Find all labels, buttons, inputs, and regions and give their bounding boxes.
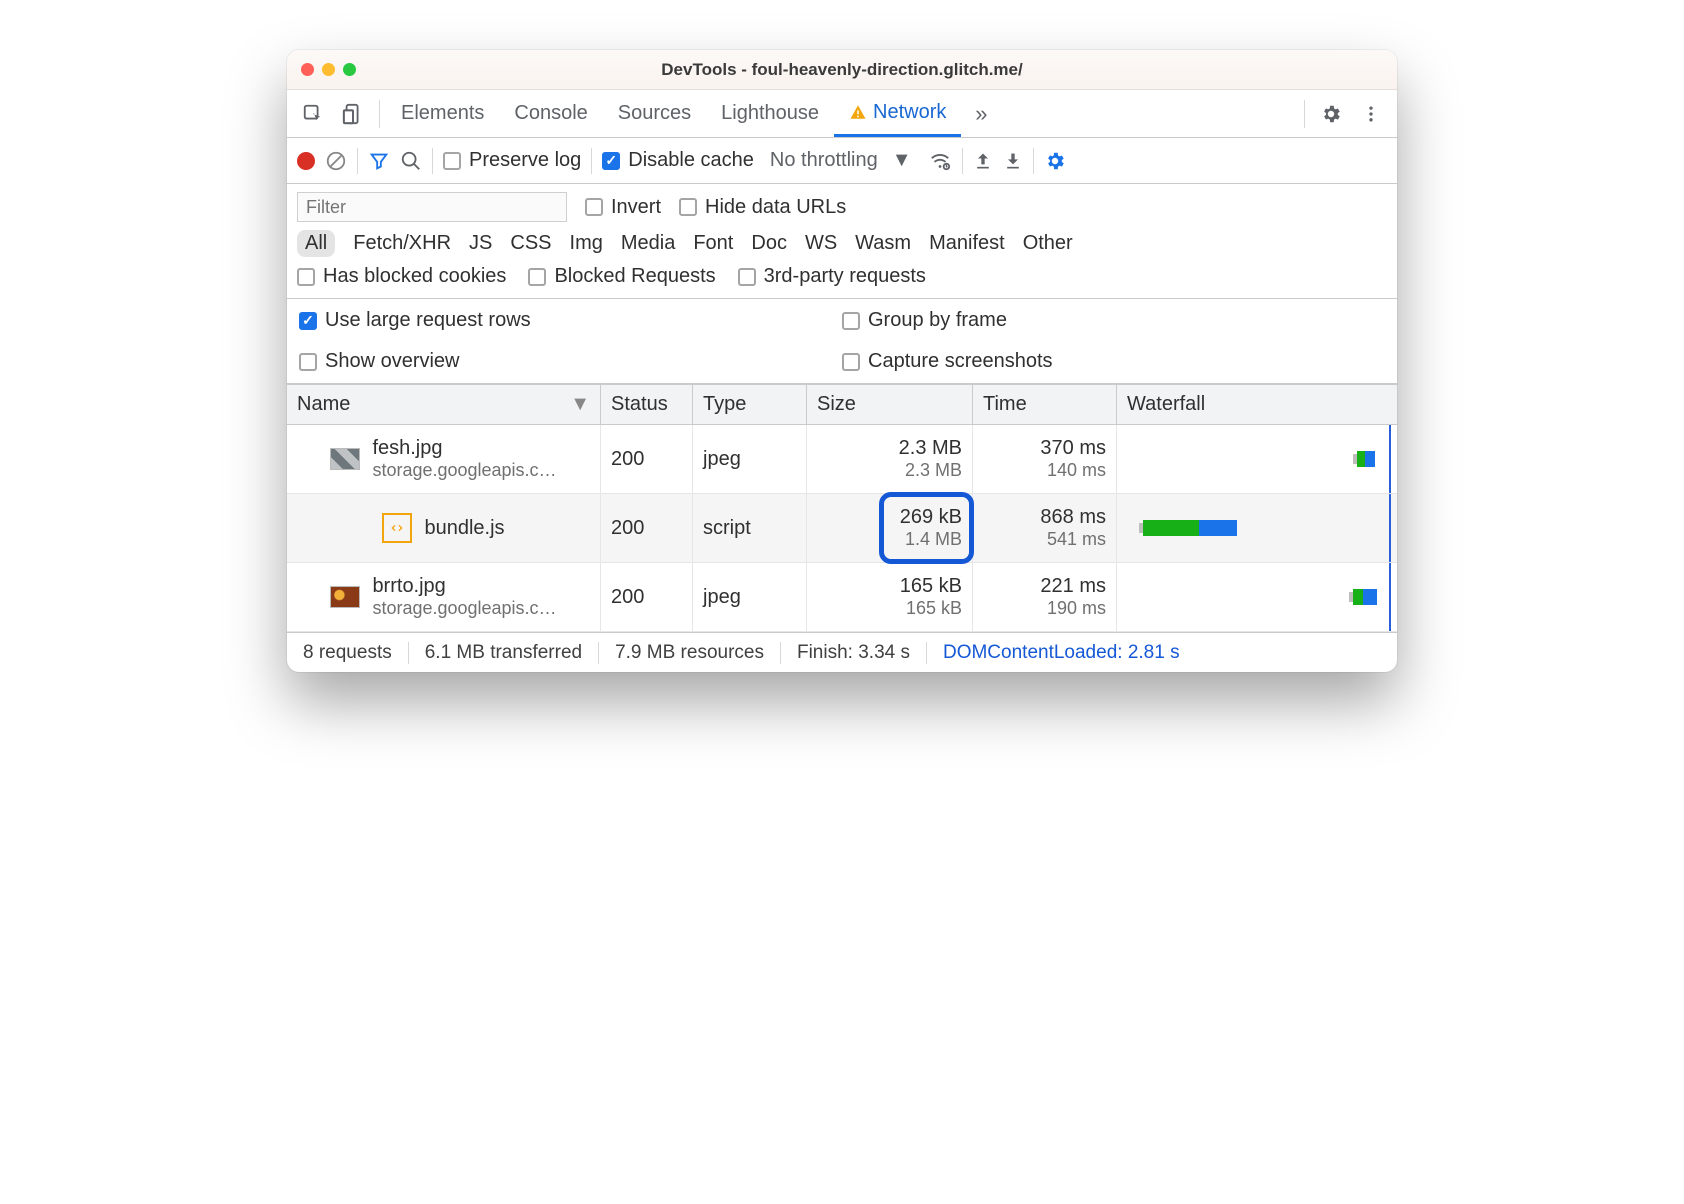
request-waterfall [1117,425,1397,493]
panel-tabs: Elements Console Sources Lighthouse Netw… [287,90,1397,138]
request-name: fesh.jpg [372,437,556,460]
inspect-element-icon[interactable] [293,103,333,125]
filter-type-media[interactable]: Media [621,232,675,255]
filter-type-font[interactable]: Font [693,232,733,255]
show-overview-checkbox[interactable]: Show overview [299,350,842,373]
column-time[interactable]: Time [973,385,1117,424]
group-by-frame-checkbox[interactable]: Group by frame [842,309,1385,332]
has-blocked-cookies-checkbox[interactable]: Has blocked cookies [297,265,506,288]
request-size: 165 kB165 kB [807,563,973,631]
status-bar: 8 requests 6.1 MB transferred 7.9 MB res… [287,632,1397,672]
sort-indicator-icon: ▼ [570,393,590,416]
filter-type-css[interactable]: CSS [510,232,551,255]
request-time: 868 ms541 ms [973,494,1117,562]
blocked-requests-checkbox[interactable]: Blocked Requests [528,265,715,288]
clear-icon[interactable] [325,150,347,172]
column-name[interactable]: Name▼ [287,385,601,424]
filter-type-other[interactable]: Other [1023,232,1073,255]
status-finish: Finish: 3.34 s [781,642,927,664]
request-type: jpeg [693,425,807,493]
image-thumbnail-icon [330,586,360,608]
image-thumbnail-icon [330,448,360,470]
network-options: Use large request rows Group by frame Sh… [287,299,1397,384]
request-waterfall [1117,494,1397,562]
column-size[interactable]: Size [807,385,973,424]
column-waterfall[interactable]: Waterfall [1117,385,1397,424]
filter-icon[interactable] [368,150,390,172]
filter-bar: Invert Hide data URLs All Fetch/XHR JS C… [287,184,1397,299]
download-har-icon[interactable] [1003,151,1023,171]
script-file-icon [382,513,412,543]
status-resources: 7.9 MB resources [599,642,781,664]
status-domcontentloaded: DOMContentLoaded: 2.81 s [927,642,1196,664]
filter-type-manifest[interactable]: Manifest [929,232,1005,255]
request-table-body: fesh.jpgstorage.googleapis.c…200jpeg2.3 … [287,425,1397,632]
tab-network[interactable]: Network [834,90,961,137]
filter-type-ws[interactable]: WS [805,232,837,255]
filter-type-img[interactable]: Img [570,232,603,255]
filter-input[interactable] [297,192,567,222]
disable-cache-checkbox[interactable]: Disable cache [602,149,754,172]
window-title: DevTools - foul-heavenly-direction.glitc… [287,60,1397,80]
filter-type-wasm[interactable]: Wasm [855,232,911,255]
kebab-menu-icon[interactable] [1351,104,1391,124]
table-row[interactable]: bundle.js 200script269 kB1.4 MB868 ms541 … [287,494,1397,563]
request-name: brrto.jpg [372,575,556,598]
request-type: jpeg [693,563,807,631]
request-status: 200 [601,563,693,631]
request-time: 221 ms190 ms [973,563,1117,631]
warning-icon [849,103,867,121]
network-toolbar: Preserve log Disable cache No throttling… [287,138,1397,184]
column-status[interactable]: Status [601,385,693,424]
status-requests: 8 requests [287,642,409,664]
request-type: script [693,494,807,562]
request-status: 200 [601,425,693,493]
settings-icon[interactable] [1311,103,1351,125]
hide-data-urls-checkbox[interactable]: Hide data URLs [679,196,846,219]
third-party-checkbox[interactable]: 3rd-party requests [738,265,926,288]
request-waterfall [1117,563,1397,631]
network-settings-icon[interactable] [1044,150,1066,172]
table-row[interactable]: fesh.jpgstorage.googleapis.c… 200jpeg2.3 … [287,425,1397,494]
status-transferred: 6.1 MB transferred [409,642,599,664]
invert-checkbox[interactable]: Invert [585,196,661,219]
more-tabs-icon[interactable]: » [961,101,1001,127]
chevron-down-icon: ▼ [892,149,912,172]
record-button[interactable] [297,152,315,170]
tab-console[interactable]: Console [499,90,602,137]
request-status: 200 [601,494,693,562]
search-icon[interactable] [400,150,422,172]
large-rows-checkbox[interactable]: Use large request rows [299,309,842,332]
preserve-log-checkbox[interactable]: Preserve log [443,149,581,172]
throttling-select[interactable]: No throttling ▼ [764,149,918,172]
tab-lighthouse[interactable]: Lighthouse [706,90,834,137]
request-domain: storage.googleapis.c… [372,460,556,481]
capture-screenshots-checkbox[interactable]: Capture screenshots [842,350,1385,373]
request-size: 2.3 MB2.3 MB [807,425,973,493]
tab-elements[interactable]: Elements [386,90,499,137]
request-domain: storage.googleapis.c… [372,598,556,619]
filter-type-doc[interactable]: Doc [751,232,787,255]
titlebar: DevTools - foul-heavenly-direction.glitc… [287,50,1397,90]
tab-sources[interactable]: Sources [603,90,706,137]
filter-type-js[interactable]: JS [469,232,492,255]
request-table-header: Name▼ Status Type Size Time Waterfall [287,384,1397,425]
network-conditions-icon[interactable] [928,150,952,172]
request-name: bundle.js [424,517,504,540]
device-toggle-icon[interactable] [333,103,373,125]
filter-type-fetch[interactable]: Fetch/XHR [353,232,451,255]
request-time: 370 ms140 ms [973,425,1117,493]
devtools-window: DevTools - foul-heavenly-direction.glitc… [287,50,1397,672]
filter-type-all[interactable]: All [297,230,335,257]
request-size: 269 kB1.4 MB [807,494,973,562]
upload-har-icon[interactable] [973,151,993,171]
table-row[interactable]: brrto.jpgstorage.googleapis.c… 200jpeg165… [287,563,1397,632]
column-type[interactable]: Type [693,385,807,424]
